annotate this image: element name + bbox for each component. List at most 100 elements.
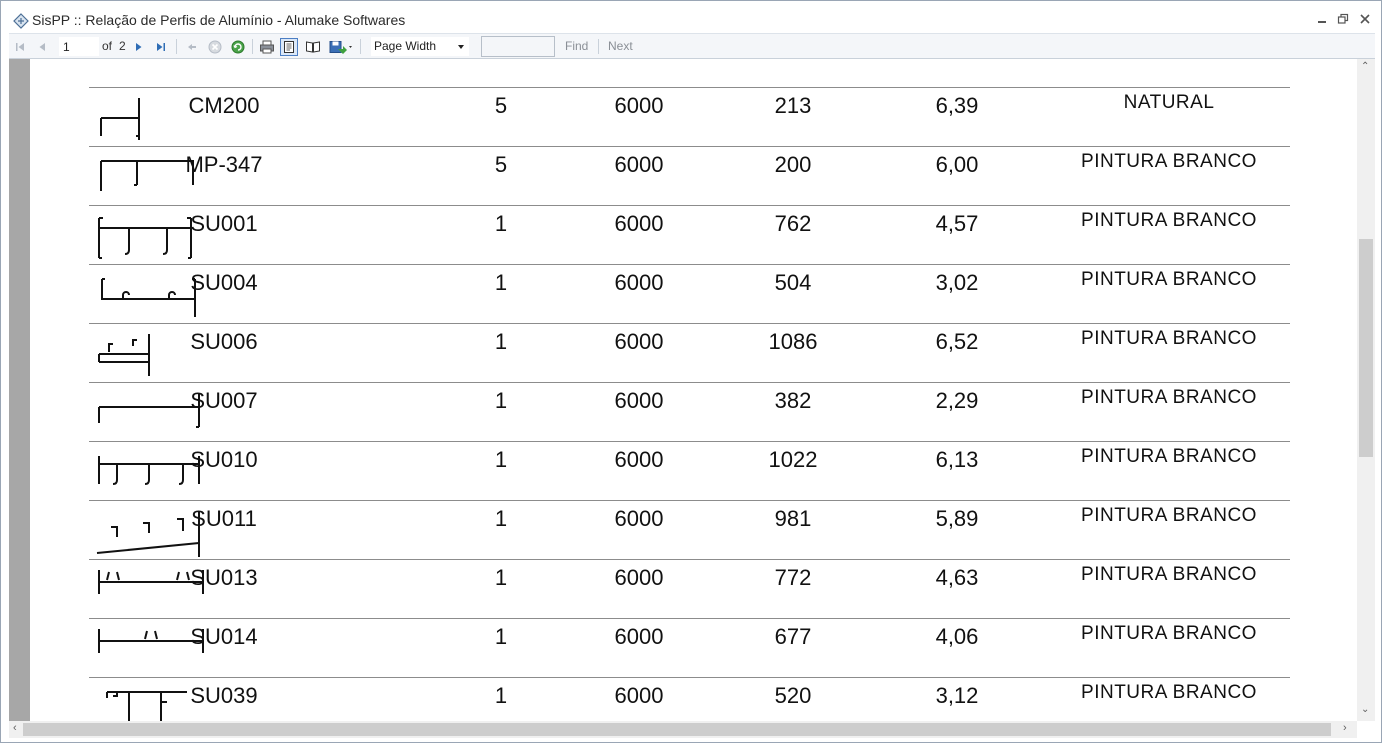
- title-bar: SisPP :: Relação de Perfis de Alumínio -…: [1, 1, 1381, 33]
- report-toolbar: of 2 Page Width: [9, 33, 1375, 59]
- profile-code: CM200: [188, 93, 260, 118]
- of-label: of: [102, 39, 113, 53]
- length-mm: 6000: [614, 683, 664, 708]
- quantity: 1: [494, 211, 508, 236]
- back-icon[interactable]: [183, 38, 201, 56]
- length-mm: 6000: [614, 93, 664, 118]
- weight-value: 504: [774, 270, 812, 295]
- print-icon[interactable]: [258, 38, 276, 56]
- profile-code: SU010: [190, 447, 258, 472]
- total-value: 4,06: [935, 624, 979, 649]
- profile-code: SU011: [191, 506, 257, 531]
- chevron-down-icon: [458, 45, 464, 49]
- quantity: 1: [494, 388, 508, 413]
- total-value: 4,57: [935, 211, 979, 236]
- zoom-select[interactable]: Page Width: [371, 37, 469, 56]
- profile-code: MP-347: [185, 152, 263, 177]
- profile-code: SU001: [190, 211, 258, 236]
- stop-icon[interactable]: [206, 38, 224, 56]
- table-row: SU006 1 6000 1086 6,52 PINTURA BRANCO: [89, 323, 1290, 382]
- profile-code: SU014: [190, 624, 258, 649]
- finish-label: NATURAL: [1123, 92, 1215, 113]
- finish-label: PINTURA BRANCO: [1081, 505, 1257, 526]
- total-value: 6,00: [935, 152, 979, 177]
- report-viewport[interactable]: CM200 5 6000 213 6,39 NATURAL MP-347 5 6000 200 6,…: [9, 59, 1357, 721]
- quantity: 1: [494, 506, 508, 531]
- table-row: SU039 1 6000 520 3,12 PINTURA BRANCO: [89, 677, 1290, 721]
- print-layout-icon[interactable]: [280, 38, 298, 56]
- report-page: CM200 5 6000 213 6,39 NATURAL MP-347 5 6000 200 6,…: [30, 59, 1357, 721]
- length-mm: 6000: [614, 388, 664, 413]
- find-input[interactable]: [481, 36, 555, 57]
- table-row: SU010 1 6000 1022 6,13 PINTURA BRANCO: [89, 441, 1290, 500]
- length-mm: 6000: [614, 211, 664, 236]
- weight-value: 981: [774, 506, 812, 531]
- weight-value: 1022: [768, 447, 818, 472]
- length-mm: 6000: [614, 506, 664, 531]
- page-setup-icon[interactable]: [304, 38, 322, 56]
- vertical-scroll-thumb[interactable]: [1359, 239, 1373, 457]
- profile-code: SU004: [190, 270, 258, 295]
- app-window: SisPP :: Relação de Perfis de Alumínio -…: [0, 0, 1382, 743]
- next-page-icon[interactable]: [130, 38, 148, 56]
- total-value: 3,12: [935, 683, 979, 708]
- find-button[interactable]: Find: [565, 38, 588, 55]
- total-value: 6,13: [935, 447, 979, 472]
- finish-label: PINTURA BRANCO: [1081, 210, 1257, 231]
- weight-value: 772: [774, 565, 812, 590]
- table-row: MP-347 5 6000 200 6,00 PINTURA BRANCO: [89, 146, 1290, 205]
- total-pages-label: 2: [119, 39, 126, 53]
- minimize-icon[interactable]: [1315, 13, 1329, 27]
- quantity: 5: [494, 152, 508, 177]
- finish-label: PINTURA BRANCO: [1081, 269, 1257, 290]
- next-button[interactable]: Next: [608, 38, 633, 55]
- horizontal-scroll-thumb[interactable]: [23, 723, 1331, 736]
- finish-label: PINTURA BRANCO: [1081, 446, 1257, 467]
- export-icon[interactable]: [327, 38, 355, 56]
- table-row: SU011 1 6000 981 5,89 PINTURA BRANCO: [89, 500, 1290, 559]
- scroll-up-icon[interactable]: ⌃: [1361, 61, 1369, 72]
- scroll-left-icon[interactable]: ‹: [13, 722, 17, 734]
- previous-page-icon[interactable]: [33, 38, 51, 56]
- length-mm: 6000: [614, 270, 664, 295]
- weight-value: 200: [774, 152, 812, 177]
- weight-value: 520: [774, 683, 812, 708]
- quantity: 1: [494, 624, 508, 649]
- restore-icon[interactable]: [1336, 13, 1350, 27]
- profile-code: SU013: [190, 565, 258, 590]
- length-mm: 6000: [614, 329, 664, 354]
- finish-label: PINTURA BRANCO: [1081, 682, 1257, 703]
- finish-label: PINTURA BRANCO: [1081, 151, 1257, 172]
- total-value: 2,29: [935, 388, 979, 413]
- weight-value: 762: [774, 211, 812, 236]
- weight-value: 1086: [768, 329, 818, 354]
- profile-code: SU006: [190, 329, 258, 354]
- quantity: 1: [494, 683, 508, 708]
- vertical-scrollbar[interactable]: ⌃ ⌄: [1357, 59, 1375, 721]
- close-icon[interactable]: [1358, 13, 1372, 27]
- refresh-icon[interactable]: [229, 38, 247, 56]
- finish-label: PINTURA BRANCO: [1081, 387, 1257, 408]
- profile-code: SU007: [190, 388, 258, 413]
- length-mm: 6000: [614, 152, 664, 177]
- app-logo-icon: [13, 13, 29, 29]
- last-page-icon[interactable]: [152, 38, 170, 56]
- table-row: SU007 1 6000 382 2,29 PINTURA BRANCO: [89, 382, 1290, 441]
- page-margin: [9, 59, 30, 721]
- quantity: 1: [494, 565, 508, 590]
- finish-label: PINTURA BRANCO: [1081, 564, 1257, 585]
- length-mm: 6000: [614, 447, 664, 472]
- total-value: 5,89: [935, 506, 979, 531]
- zoom-value: Page Width: [374, 39, 437, 53]
- horizontal-scrollbar[interactable]: ‹ ›: [9, 721, 1357, 738]
- table-row: CM200 5 6000 213 6,39 NATURAL: [89, 87, 1290, 146]
- scroll-right-icon[interactable]: ›: [1343, 722, 1347, 734]
- scroll-down-icon[interactable]: ⌄: [1361, 704, 1369, 715]
- weight-value: 677: [774, 624, 812, 649]
- total-value: 6,52: [935, 329, 979, 354]
- quantity: 1: [494, 329, 508, 354]
- quantity: 5: [494, 93, 508, 118]
- page-number-input[interactable]: [59, 37, 99, 56]
- first-page-icon[interactable]: [11, 38, 29, 56]
- table-row: SU013 1 6000 772 4,63 PINTURA BRANCO: [89, 559, 1290, 618]
